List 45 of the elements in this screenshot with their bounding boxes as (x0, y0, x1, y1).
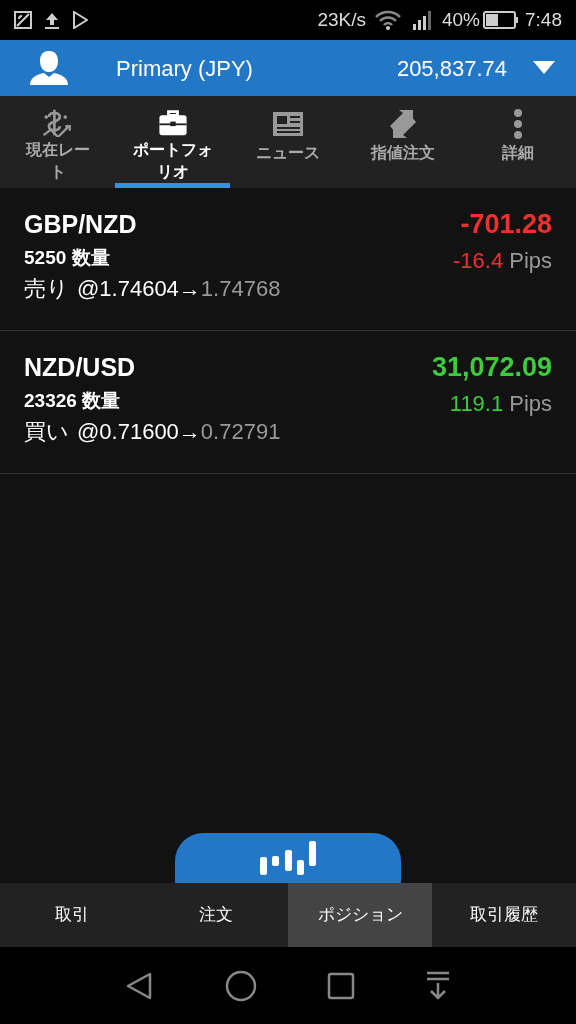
briefcase-icon (156, 108, 189, 137)
network-speed: 23K/s (317, 7, 366, 32)
pips-unit: Pips (509, 390, 552, 418)
signal-icon (412, 10, 434, 30)
profit: -701.28 (460, 208, 552, 240)
battery-percent: 40% (442, 7, 480, 32)
position-row[interactable]: NZD/USD 23326 数量 買い @0.71600→0.72791 31,072.09 119.1 Pips (0, 331, 576, 474)
open-price: @0.71600→ (77, 418, 201, 446)
tab[interactable]: ニュース (230, 96, 346, 188)
dropdown-icon[interactable] (533, 61, 555, 75)
open-price: @1.74604→ (77, 275, 201, 303)
current-price: 1.74768 (200, 275, 281, 303)
bottom-tab[interactable]: ポジション (288, 883, 432, 947)
chart-toggle-button[interactable] (175, 833, 401, 883)
battery-icon (483, 11, 519, 29)
play-store-icon (72, 11, 88, 29)
account-balance: 205,837.74 (396, 54, 507, 83)
quantity: 23326 数量 (24, 389, 122, 413)
trade-side: 売り (24, 275, 69, 303)
currency-pair: GBP/NZD (24, 209, 138, 240)
quantity: 5250 数量 (24, 246, 111, 270)
account-name[interactable]: Primary (JPY) (116, 51, 253, 85)
rate-exchange-icon (41, 108, 74, 137)
profit: 31,072.09 (431, 351, 552, 383)
position-row[interactable]: GBP/NZD 5250 数量 売り @1.74604→1.74768 -701.28 -16.4 Pips (0, 188, 576, 331)
recents-icon[interactable] (327, 971, 355, 1000)
tab[interactable]: 詳細 (460, 96, 576, 188)
more-icon (514, 108, 523, 140)
current-price: 0.72791 (200, 418, 281, 446)
currency-pair: NZD/USD (24, 352, 137, 383)
candlestick-icon (259, 840, 317, 876)
pips-value: -16.4 (453, 247, 504, 275)
user-icon (28, 50, 70, 86)
notification-pull-icon[interactable] (425, 970, 451, 1001)
trade-side: 買い (24, 418, 69, 446)
wifi-icon (374, 10, 402, 30)
pips-value: 119.1 (449, 390, 504, 418)
clock: 7:48 (525, 7, 562, 32)
tab[interactable]: 指値注文 (345, 96, 461, 188)
home-icon[interactable] (225, 969, 257, 1002)
image-icon (14, 11, 32, 29)
tab[interactable]: ポートフォリオ (115, 96, 231, 188)
tab[interactable]: 現在レート (0, 96, 116, 188)
upload-icon (44, 11, 60, 29)
pips-unit: Pips (509, 247, 552, 275)
